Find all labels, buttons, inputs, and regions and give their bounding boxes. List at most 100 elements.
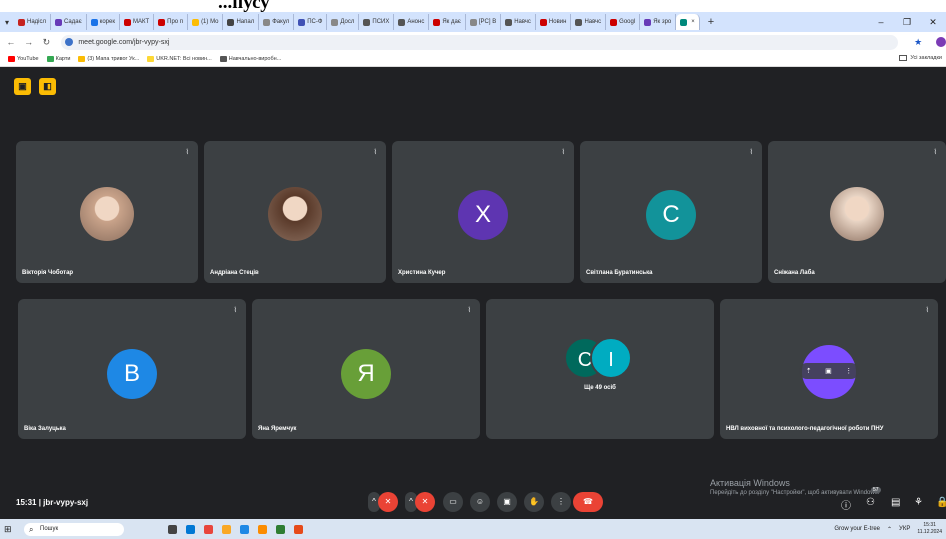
browser-tab[interactable]: Надісл <box>14 14 52 30</box>
tab-favicon-icon <box>90 18 98 26</box>
browser-tab[interactable]: Анонс <box>394 14 430 30</box>
browser-tab[interactable]: Досл <box>327 14 360 30</box>
host-controls-icon[interactable]: 🔒 <box>936 497 946 508</box>
browser-tab[interactable]: Садає <box>51 14 87 30</box>
participant-tile[interactable]: ⌇ С Світлана Буратинська <box>580 141 762 283</box>
activities-icon[interactable]: ⚘ <box>914 497 923 508</box>
emoji-button[interactable]: ☺ <box>470 492 490 512</box>
browser-tab-bar: ▾ Надісл Садає корек МАКТ Про п (1) Мо Напал Фа… <box>0 12 946 32</box>
tab-favicon-icon <box>398 18 406 26</box>
participant-tile[interactable]: ⌇ Х Христина Кучер <box>392 141 574 283</box>
participant-tile[interactable]: ⌇ Вікторія Чоботар <box>16 141 198 283</box>
participant-tile[interactable]: ⌇ В Віка Залуцька <box>18 299 246 439</box>
participant-tile[interactable]: ⌇ Сніжана Лаба <box>768 141 946 283</box>
tab-label: корек <box>99 19 115 25</box>
tab-label: ПС-Ф <box>307 19 323 25</box>
browser-tab[interactable]: ПС-Ф <box>294 14 328 30</box>
weather-widget[interactable]: Grow your E-tree <box>834 526 880 532</box>
participant-tile[interactable]: С І Ще 49 осіб <box>486 299 714 439</box>
chat-icon[interactable]: ▤ <box>891 497 900 508</box>
activities-icon[interactable]: ▣ <box>14 78 31 95</box>
close-window-icon[interactable]: ✕ <box>920 12 946 32</box>
participant-tile[interactable]: ⌇ Андріана Стеців <box>204 141 386 283</box>
windows-start-icon[interactable]: ⊞ <box>4 524 18 535</box>
site-info-icon[interactable] <box>65 38 74 46</box>
tab-label: ПСИХ <box>372 19 390 25</box>
present-button[interactable]: ▣ <box>497 492 517 512</box>
browser-tab[interactable]: МАКТ <box>120 14 155 30</box>
tab-label: Як зро <box>653 19 672 25</box>
tab-favicon-icon <box>55 18 63 26</box>
browser-tab[interactable]: Як зро <box>640 14 677 30</box>
forward-icon[interactable]: → <box>22 37 36 47</box>
camera-toggle-button[interactable]: ✕ <box>415 492 435 512</box>
edge-icon[interactable] <box>186 524 195 534</box>
tab-favicon-icon <box>331 18 339 26</box>
browser-tab[interactable]: Новин <box>536 14 572 30</box>
browser-tab[interactable]: Googl <box>606 14 641 30</box>
url-field[interactable]: meet.google.com/jbr-vypy-sxj <box>61 34 899 50</box>
participant-photo <box>268 187 322 241</box>
clock[interactable]: 15:31 11.12.2024 <box>917 522 942 536</box>
browser-tab[interactable]: (1) Мо <box>188 14 224 30</box>
minimize-icon[interactable]: – <box>868 12 894 32</box>
back-icon[interactable]: ← <box>4 37 18 47</box>
tab-favicon-icon <box>433 18 441 26</box>
more-options-icon[interactable]: ⋮ <box>845 367 852 375</box>
browser-tab[interactable]: Як дає <box>429 14 466 30</box>
bookmark-item[interactable]: Навчально-виробн... <box>219 56 282 62</box>
mic-muted-icon: ⌇ <box>373 149 377 156</box>
browser-tab[interactable]: Про п <box>154 14 189 30</box>
all-bookmarks[interactable]: Усі закладки <box>899 55 942 61</box>
pin-icon[interactable]: ⇡ <box>806 367 812 375</box>
browser-tab[interactable]: Напал <box>223 14 260 30</box>
bookmark-item[interactable]: Карти <box>46 56 70 62</box>
profile-avatar[interactable] <box>936 37 946 47</box>
browser-tab[interactable]: ПСИХ <box>359 14 395 30</box>
bookmark-item[interactable]: UKR.NET: Всі новин... <box>147 56 212 62</box>
leave-call-button[interactable]: ☎ <box>573 492 603 512</box>
new-tab-icon[interactable]: + <box>708 16 714 28</box>
powerpoint-icon[interactable] <box>294 524 303 534</box>
fullscreen-icon[interactable]: ▣ <box>825 367 832 375</box>
bookmark-item[interactable]: YouTube <box>8 56 39 62</box>
bookmark-label: Навчально-виробн... <box>228 56 282 62</box>
task-view-icon[interactable] <box>168 524 177 534</box>
tab-favicon-icon <box>539 18 547 26</box>
more-options-button[interactable]: ⋮ <box>551 492 571 512</box>
lang-indicator[interactable]: УКР <box>899 526 910 532</box>
explorer-icon[interactable] <box>222 524 231 534</box>
browser-tab[interactable]: Навчс <box>571 14 607 30</box>
tab-favicon-icon <box>680 18 688 26</box>
browser-tab[interactable]: корек <box>87 14 120 30</box>
browser-tab[interactable]: × <box>676 14 700 30</box>
browser-tab[interactable]: [PC] В <box>466 14 502 30</box>
mic-toggle-button[interactable]: ✕ <box>378 492 398 512</box>
taskbar-search-input[interactable]: Пошук <box>24 522 124 536</box>
participant-name: Андріана Стеців <box>210 270 259 276</box>
raise-hand-button[interactable]: ✋ <box>524 492 544 512</box>
bookmark-item[interactable]: (3) Мапа тривог Ук... <box>78 56 139 62</box>
tray-arrow-icon[interactable]: ⌃ <box>887 526 892 533</box>
close-tab-icon[interactable]: × <box>691 19 695 25</box>
store-icon[interactable] <box>240 524 249 534</box>
recording-icon[interactable]: ◧ <box>39 78 56 95</box>
people-icon[interactable]: ⚇ <box>866 497 875 508</box>
bookmark-star-icon[interactable]: ★ <box>914 37 922 48</box>
info-icon[interactable]: ⓘ <box>841 497 851 512</box>
reload-icon[interactable]: ↻ <box>40 37 54 48</box>
participant-photo <box>80 187 134 241</box>
mic-muted-icon: ⌇ <box>925 307 929 314</box>
browser-tab[interactable]: Навчс <box>501 14 536 30</box>
browser-tab[interactable]: Факул <box>259 14 295 30</box>
excel-icon[interactable] <box>276 524 285 534</box>
participant-tile[interactable]: ⌇ ⇡ ▣ ⋮ НВЛ виховної та психолого-педагогічн… <box>720 299 938 439</box>
chrome-icon[interactable] <box>204 524 213 534</box>
meeting-info: 15:31 | jbr-vypy-sxj <box>16 498 88 507</box>
app-icon[interactable] <box>258 524 267 534</box>
participant-tile[interactable]: ⌇ Я Яна Яремчук <box>252 299 480 439</box>
captions-button[interactable]: ▭ <box>443 492 463 512</box>
tab-favicon-icon <box>123 18 131 26</box>
maximize-icon[interactable]: ❐ <box>894 12 920 32</box>
tab-search-icon[interactable]: ▾ <box>0 18 14 27</box>
